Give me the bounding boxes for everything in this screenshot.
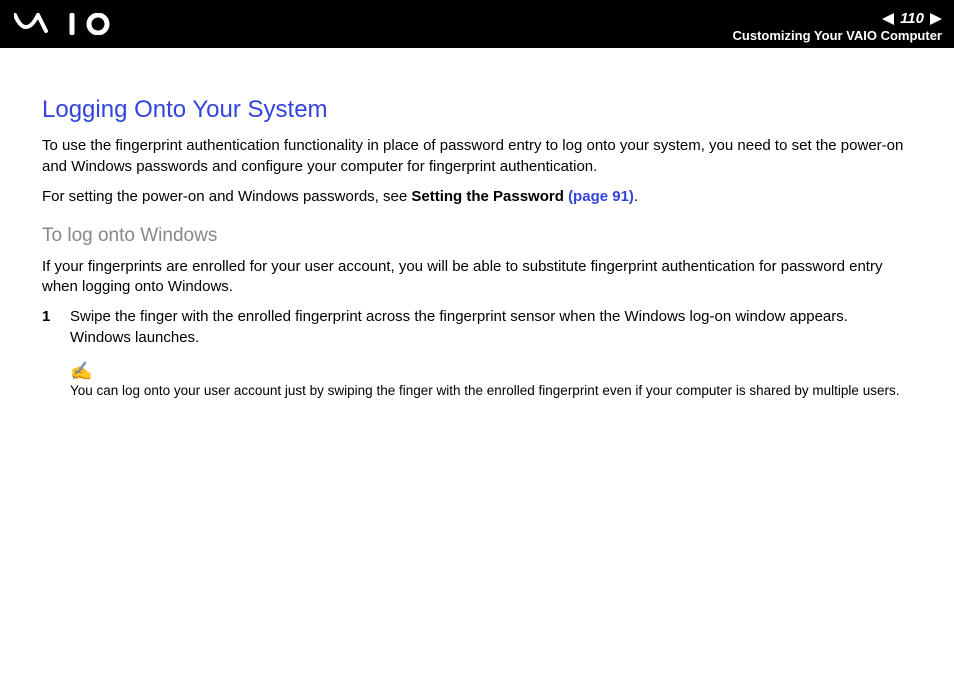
sub-intro-paragraph: If your fingerprints are enrolled for yo… <box>42 257 912 298</box>
password-page-link[interactable]: (page 91) <box>568 188 634 205</box>
step-item: 1 Swipe the finger with the enrolled fin… <box>42 307 912 348</box>
page-content: Logging Onto Your System To use the fing… <box>0 48 954 400</box>
intro-2-text: For setting the power-on and Windows pas… <box>42 188 411 205</box>
step-text: Swipe the finger with the enrolled finge… <box>70 307 912 348</box>
header-right: 110 Customizing Your VAIO Computer <box>733 5 942 43</box>
header-bar: 110 Customizing Your VAIO Computer <box>0 0 954 48</box>
prev-page-arrow-icon[interactable] <box>882 13 894 25</box>
intro-2-period: . <box>634 188 638 205</box>
section-title: Customizing Your VAIO Computer <box>733 28 942 43</box>
page-title: Logging Onto Your System <box>42 94 912 126</box>
page-nav: 110 <box>733 11 942 26</box>
note-block: ✍ You can log onto your user account jus… <box>70 362 912 400</box>
note-icon: ✍ <box>70 362 912 380</box>
subheading: To log onto Windows <box>42 223 912 249</box>
note-text: You can log onto your user account just … <box>70 382 912 400</box>
intro-paragraph-2: For setting the power-on and Windows pas… <box>42 187 912 207</box>
intro-paragraph-1: To use the fingerprint authentication fu… <box>42 136 912 177</box>
page-number: 110 <box>898 11 926 26</box>
vaio-logo <box>14 13 120 35</box>
intro-2-bold: Setting the Password <box>411 188 568 205</box>
next-page-arrow-icon[interactable] <box>930 13 942 25</box>
step-number: 1 <box>42 307 56 348</box>
